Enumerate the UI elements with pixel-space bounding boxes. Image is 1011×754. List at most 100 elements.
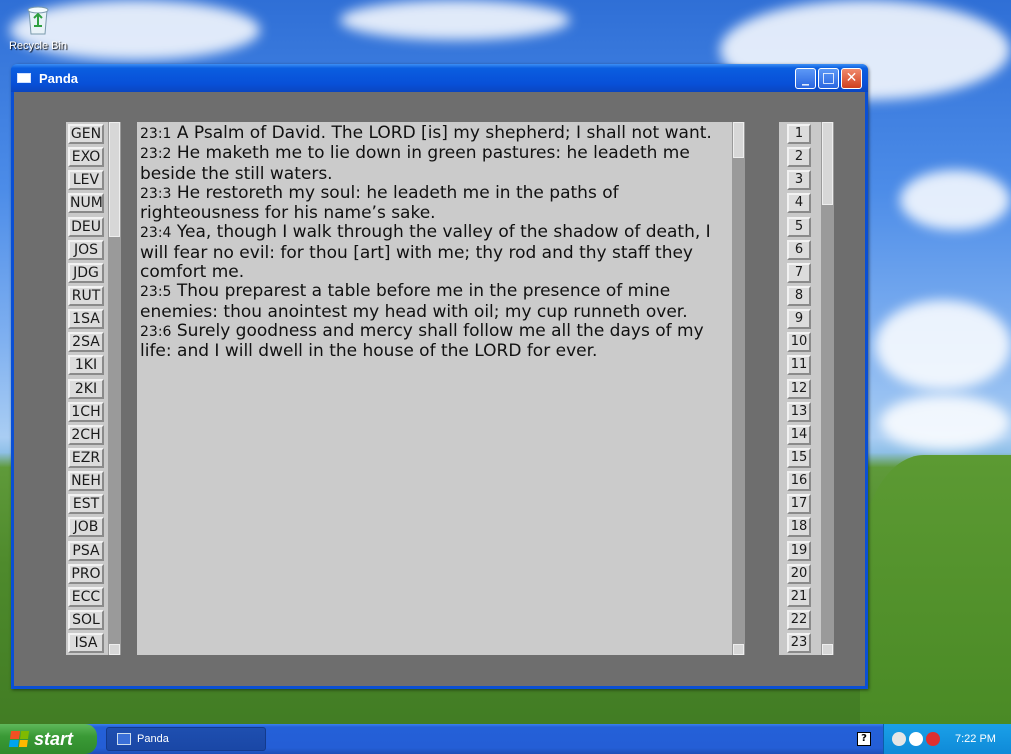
- maximize-button[interactable]: □: [818, 67, 839, 89]
- chapter-list-scroll-down-arrow[interactable]: [822, 644, 833, 655]
- close-button[interactable]: ✕: [841, 67, 862, 89]
- clock: 7:22 PM: [955, 733, 996, 745]
- book-button[interactable]: 2KI: [68, 378, 104, 399]
- book-button[interactable]: PSA: [68, 540, 104, 561]
- chapter-button[interactable]: 5: [787, 216, 811, 237]
- chapter-button[interactable]: 3: [787, 170, 811, 191]
- chapter-button[interactable]: 9: [787, 309, 811, 330]
- book-list-scrollbar[interactable]: [108, 122, 121, 655]
- verse-scroll-thumb[interactable]: [733, 122, 744, 158]
- book-button[interactable]: EZR: [68, 447, 104, 468]
- taskbar-item-panda[interactable]: Panda: [106, 727, 266, 751]
- book-list-scroll-thumb[interactable]: [109, 122, 120, 237]
- book-button[interactable]: NUM: [68, 193, 104, 214]
- chapter-button[interactable]: 1: [787, 124, 811, 144]
- security-shield-icon[interactable]: [926, 732, 940, 746]
- book-button[interactable]: NEH: [68, 471, 104, 492]
- book-button[interactable]: ECC: [68, 586, 104, 607]
- title-bar[interactable]: Panda _ □ ✕: [11, 64, 868, 92]
- chapter-list: 1 2 3 4 5 6 7 8 9 10 11 12 13 14 15 16 17 18 19 20 21 22 23: [779, 122, 834, 655]
- book-button[interactable]: JDG: [68, 262, 104, 283]
- verse-scroll-down-arrow[interactable]: [733, 644, 744, 655]
- book-button[interactable]: JOB: [68, 517, 104, 538]
- book-button[interactable]: JOS: [68, 239, 104, 260]
- verse: 23:5 Thou preparest a table before me in…: [140, 282, 728, 322]
- book-list-items: GEN EXO LEV NUM DEU JOS JDG RUT 1SA 2SA 1KI 2KI 1CH 2…: [66, 122, 106, 654]
- system-tray: 7:22 PM: [883, 724, 1011, 754]
- network-icon[interactable]: [909, 732, 923, 746]
- book-button[interactable]: RUT: [68, 285, 104, 306]
- verse-reference: 23:2: [140, 146, 172, 163]
- task-window-icon: [117, 733, 131, 745]
- minimize-button[interactable]: _: [795, 67, 816, 89]
- chapter-button[interactable]: 8: [787, 285, 811, 306]
- book-button[interactable]: LEV: [68, 170, 104, 191]
- book-list: GEN EXO LEV NUM DEU JOS JDG RUT 1SA 2SA 1KI 2KI 1CH 2…: [66, 122, 121, 655]
- close-icon: ✕: [845, 69, 858, 86]
- verse-reference: 23:4: [140, 225, 172, 242]
- chapter-list-scrollbar[interactable]: [821, 122, 834, 655]
- verse-text: Yea, though I walk through the valley of…: [140, 222, 711, 283]
- minimize-icon: _: [802, 69, 809, 86]
- chapter-button[interactable]: 16: [787, 471, 811, 492]
- chapter-button[interactable]: 13: [787, 401, 811, 422]
- panda-window: Panda _ □ ✕ GEN EXO LEV NUM DEU JOS JDG RUT 1SA 2…: [11, 64, 868, 689]
- chapter-button[interactable]: 7: [787, 262, 811, 283]
- chapter-button[interactable]: 14: [787, 424, 811, 445]
- verse-reference: 23:3: [140, 185, 172, 202]
- book-list-scroll-down-arrow[interactable]: [109, 644, 120, 655]
- book-button[interactable]: 2CH: [68, 424, 104, 445]
- verse-reference: 23:6: [140, 323, 172, 340]
- window-client-area: GEN EXO LEV NUM DEU JOS JDG RUT 1SA 2SA 1KI 2KI 1CH 2…: [14, 92, 865, 686]
- book-button[interactable]: GEN: [68, 124, 104, 144]
- chapter-button[interactable]: 20: [787, 563, 811, 584]
- taskbar: start Panda ? 7:22 PM: [0, 724, 1011, 754]
- start-button[interactable]: start: [0, 724, 97, 754]
- recycle-bin-icon: [27, 6, 49, 35]
- verse-text-area[interactable]: 23:1 A Psalm of David. The LORD [is] my …: [137, 122, 745, 655]
- verse-text: He restoreth my soul: he leadeth me in t…: [140, 182, 619, 224]
- chapter-button[interactable]: 17: [787, 494, 811, 515]
- book-button[interactable]: 2SA: [68, 332, 104, 353]
- chapter-button[interactable]: 11: [787, 355, 811, 376]
- help-icon[interactable]: ?: [857, 732, 871, 746]
- verse-scrollbar[interactable]: [732, 122, 745, 655]
- chapter-button[interactable]: 18: [787, 517, 811, 538]
- window-title: Panda: [39, 70, 79, 86]
- book-button[interactable]: 1CH: [68, 401, 104, 422]
- book-button[interactable]: 1SA: [68, 309, 104, 330]
- window-app-icon: [17, 73, 31, 83]
- chapter-button[interactable]: 2: [787, 147, 811, 168]
- book-button[interactable]: SOL: [68, 609, 104, 630]
- taskbar-item-label: Panda: [137, 733, 169, 745]
- verse-reference: 23:1: [140, 126, 172, 142]
- book-button[interactable]: PRO: [68, 563, 104, 584]
- chapter-button[interactable]: 21: [787, 586, 811, 607]
- verse-reference: 23:5: [140, 284, 172, 301]
- chapter-button[interactable]: 4: [787, 193, 811, 214]
- verse-text: Thou preparest a table before me in the …: [140, 281, 688, 322]
- recycle-bin-shortcut[interactable]: Recycle Bin: [8, 4, 68, 52]
- verse: 23:3 He restoreth my soul: he leadeth me…: [140, 182, 728, 224]
- verse-text: Surely goodness and mercy shall follow m…: [140, 320, 704, 362]
- chapter-button[interactable]: 19: [787, 540, 811, 561]
- chapter-button[interactable]: 6: [787, 239, 811, 260]
- chapter-button[interactable]: 15: [787, 447, 811, 468]
- book-button[interactable]: 1KI: [68, 355, 104, 376]
- start-label: start: [34, 728, 74, 749]
- chapter-button[interactable]: 10: [787, 332, 811, 353]
- book-button[interactable]: EXO: [68, 147, 104, 168]
- book-button[interactable]: EST: [68, 494, 104, 515]
- chapter-button[interactable]: 23: [787, 633, 811, 654]
- book-button[interactable]: DEU: [68, 216, 104, 237]
- speaker-icon[interactable]: [892, 732, 906, 746]
- verse-text: A Psalm of David. The LORD [is] my sheph…: [176, 123, 712, 143]
- chapter-list-scroll-thumb[interactable]: [822, 122, 833, 205]
- recycle-bin-label: Recycle Bin: [8, 40, 68, 52]
- chapter-list-items: 1 2 3 4 5 6 7 8 9 10 11 12 13 14 15 16 17 18 19 20 21 22 23: [779, 122, 819, 654]
- chapter-button[interactable]: 12: [787, 378, 811, 399]
- verse: 23:2 He maketh me to lie down in green p…: [140, 144, 728, 184]
- book-button[interactable]: ISA: [68, 633, 104, 654]
- verse-content: 23:1 A Psalm of David. The LORD [is] my …: [140, 123, 728, 362]
- chapter-button[interactable]: 22: [787, 609, 811, 630]
